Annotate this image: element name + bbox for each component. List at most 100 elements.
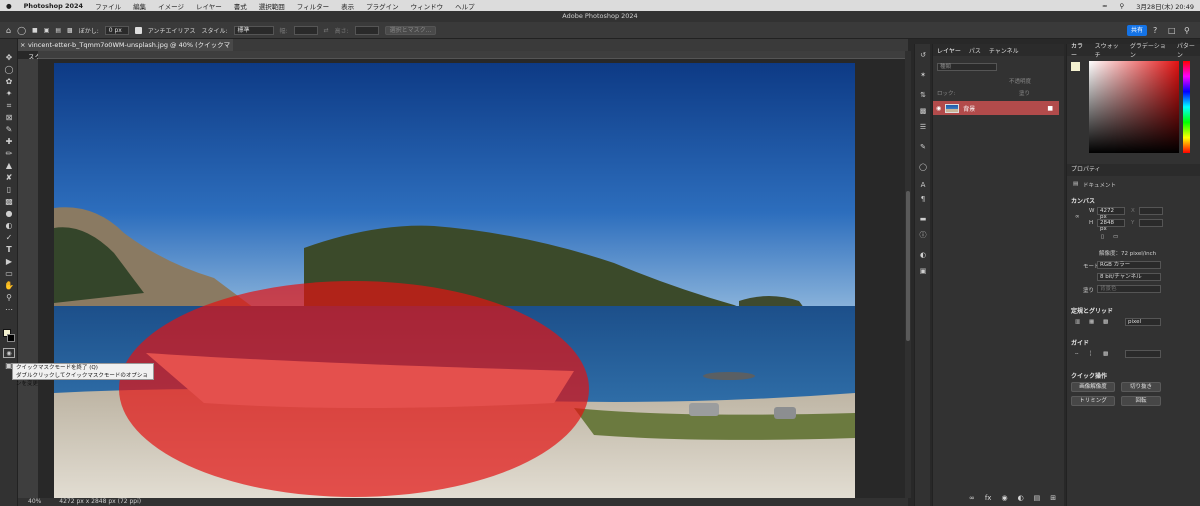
trim-button[interactable]: トリミング (1071, 396, 1115, 406)
horizontal-ruler[interactable] (38, 51, 908, 59)
wifi-icon[interactable]: ≈ (1096, 2, 1113, 10)
tab-layers[interactable]: レイヤー (937, 46, 961, 55)
menu-help[interactable]: ヘルプ (449, 1, 481, 11)
zoom-tool-icon[interactable]: ⚲ (3, 293, 15, 303)
guide-horizontal-icon[interactable]: ╌ (1075, 351, 1078, 357)
width-input[interactable] (293, 25, 318, 35)
tab-color[interactable]: カラー (1071, 41, 1089, 59)
clock[interactable]: 3月28日(木) 20:49 (1130, 1, 1200, 11)
color-picker-field[interactable] (1089, 61, 1179, 153)
layer-kind-filter[interactable]: 種類 (937, 63, 997, 71)
crop-button[interactable]: 切り抜き (1121, 382, 1161, 392)
zoom-level[interactable]: 40% (18, 498, 41, 505)
pixel-grid-icon[interactable]: ▩ (1103, 319, 1108, 325)
home-icon[interactable]: ⌂ (6, 26, 11, 35)
paragraph-icon[interactable]: ¶ (918, 194, 928, 204)
healing-brush-icon[interactable]: ✚ (3, 137, 15, 147)
canvas-width-input[interactable]: 4272 px (1097, 207, 1125, 220)
tab-paths[interactable]: パス (969, 46, 981, 55)
hand-tool-icon[interactable]: ✋ (3, 281, 15, 291)
close-tab-icon[interactable]: × (20, 39, 25, 51)
stamp-tool-icon[interactable]: ▲ (3, 161, 15, 171)
type-tool-icon[interactable]: T (3, 245, 15, 255)
character-icon[interactable]: A (918, 180, 928, 190)
ellipse-marquee-tool-icon[interactable]: ◯ (3, 65, 15, 75)
landscape-orientation-icon[interactable]: ▭ (1113, 234, 1118, 240)
fill-select[interactable]: 背景色 (1097, 285, 1161, 293)
apple-icon[interactable]: ● (0, 2, 18, 10)
shape-tool-icon[interactable]: ▭ (3, 269, 15, 279)
menu-plugins[interactable]: プラグイン (360, 1, 405, 11)
menu-type[interactable]: 書式 (228, 1, 253, 11)
properties-title[interactable]: プロパティ (1071, 166, 1101, 173)
menu-edit[interactable]: 編集 (127, 1, 152, 11)
eraser-tool-icon[interactable]: ▯ (3, 185, 15, 195)
swap-icon[interactable]: ⇄ (324, 27, 329, 34)
vertical-ruler[interactable] (18, 59, 38, 498)
add-mask-icon[interactable]: ◉ (1001, 494, 1007, 502)
layer-row[interactable]: ◉ 背景 ■ (933, 101, 1059, 115)
antialias-checkbox[interactable] (134, 26, 142, 34)
style-select[interactable]: 標準 (233, 25, 274, 35)
menu-select[interactable]: 選択範囲 (253, 1, 291, 11)
mode-select[interactable]: RGB カラー (1097, 261, 1161, 269)
hue-slider[interactable] (1183, 61, 1190, 153)
guide-vertical-icon[interactable]: ╎ (1089, 351, 1092, 357)
add-selection-icon[interactable]: ▣ (44, 27, 50, 34)
brushes-icon[interactable]: ✎ (918, 142, 928, 152)
document-tab[interactable]: × vincent-etter-b_Tqmm7o0WM-unsplash.jpg… (18, 39, 233, 61)
quick-actions-section-title[interactable]: クイック操作 (1071, 371, 1107, 380)
menu-filter[interactable]: フィルター (291, 1, 335, 11)
share-button[interactable]: 共有 (1127, 25, 1147, 36)
scroll-thumb[interactable] (906, 191, 910, 341)
intersect-selection-icon[interactable]: ▩ (67, 27, 73, 34)
canvas-area[interactable] (38, 59, 908, 498)
layer-comps-icon[interactable]: ▣ (918, 266, 928, 276)
ellipse-marquee-icon[interactable]: ◯ (17, 26, 26, 35)
canvas-height-input[interactable]: 2848 px (1097, 219, 1125, 232)
visibility-eye-icon[interactable]: ◉ (936, 105, 941, 112)
tab-swatches[interactable]: スウォッチ (1095, 41, 1124, 59)
tab-gradients[interactable]: グラデーション (1130, 41, 1171, 59)
frame-tool-icon[interactable]: ⊠ (3, 113, 15, 123)
canvas-section-title[interactable]: カンバス (1071, 196, 1095, 205)
canvas-y-input[interactable] (1139, 219, 1163, 227)
menu-view[interactable]: 表示 (335, 1, 360, 11)
workspace-icon[interactable]: □ (1168, 26, 1176, 35)
dodge-tool-icon[interactable]: ◐ (3, 221, 15, 231)
history-brush-icon[interactable]: ✘ (3, 173, 15, 183)
document-size[interactable]: 4272 px x 2848 px (72 ppi) (43, 498, 141, 505)
background-color-swatch[interactable] (7, 334, 15, 342)
subtract-selection-icon[interactable]: ▤ (55, 27, 61, 34)
properties-icon[interactable]: ☰ (918, 122, 928, 132)
vertical-scrollbar[interactable] (905, 51, 911, 498)
menu-image[interactable]: イメージ (152, 1, 190, 11)
new-selection-icon[interactable]: ■ (32, 27, 38, 34)
grid-icon[interactable]: ▦ (1089, 319, 1094, 325)
path-selection-icon[interactable]: ▶ (3, 257, 15, 267)
document-canvas[interactable] (54, 63, 855, 498)
gradient-tool-icon[interactable]: ▩ (3, 197, 15, 207)
bit-depth-select[interactable]: 8 bit/チャンネル (1097, 273, 1161, 281)
info-icon[interactable]: ⓘ (918, 230, 928, 240)
guides-section-title[interactable]: ガイド (1071, 338, 1089, 347)
ruler-icon[interactable]: ▥ (1075, 319, 1080, 325)
adjustment-layer-icon[interactable]: ◐ (1018, 494, 1024, 502)
clone-source-icon[interactable]: ◯ (918, 162, 928, 172)
select-and-mask-button[interactable]: 選択とマスク... (384, 25, 437, 35)
magic-wand-tool-icon[interactable]: ✦ (3, 89, 15, 99)
link-icon[interactable]: ∞ (1075, 214, 1080, 220)
lock-icon[interactable]: ■ (1047, 105, 1059, 112)
search-tool-icon[interactable]: ⚲ (1184, 26, 1190, 35)
rotate-button[interactable]: 回転 (1121, 396, 1161, 406)
height-input[interactable] (354, 25, 379, 35)
pen-tool-icon[interactable]: ✓ (3, 233, 15, 243)
color-foreground-swatch[interactable] (1071, 62, 1080, 71)
guide-layout-icon[interactable]: ▩ (1103, 351, 1108, 357)
adjustments-icon[interactable]: ⇅ (918, 90, 928, 100)
brush-tool-icon[interactable]: ✏ (3, 149, 15, 159)
blur-tool-icon[interactable]: ● (3, 209, 15, 219)
move-tool-icon[interactable]: ✥ (3, 53, 15, 63)
app-menu[interactable]: Photoshop 2024 (18, 2, 89, 10)
menu-layer[interactable]: レイヤー (190, 1, 228, 11)
